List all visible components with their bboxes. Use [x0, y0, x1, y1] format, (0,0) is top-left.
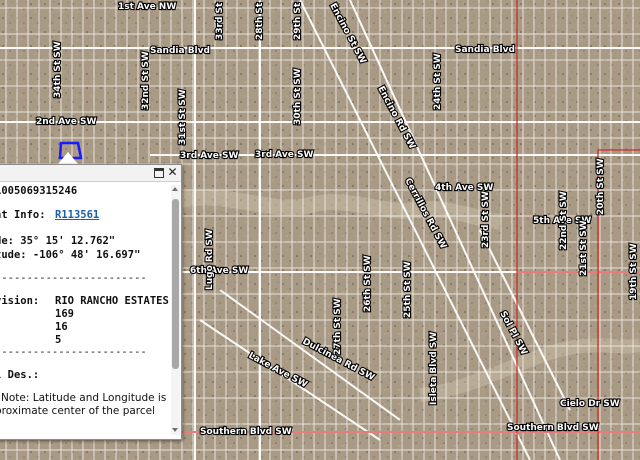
- account-link[interactable]: R113561: [55, 209, 99, 222]
- subdivision-label: vision:: [0, 295, 40, 307]
- popup-scrollbar[interactable]: [171, 185, 180, 435]
- street-label: 3rd Ave SW: [180, 151, 239, 161]
- field-label: :: [0, 321, 1, 334]
- street-label: 23rd St SW: [481, 191, 491, 248]
- close-icon[interactable]: ✕: [166, 166, 179, 179]
- subdivision-value: RIO RANCHO ESTATES: [55, 295, 169, 307]
- note-line: Note: Latitude and Longitude is: [1, 392, 167, 404]
- field-value: 169: [55, 308, 74, 320]
- street-label: 31st St SW: [178, 89, 188, 145]
- longitude-value: tude: -106° 48' 16.697": [0, 249, 141, 261]
- scroll-down-arrow-icon[interactable]: [171, 426, 180, 435]
- street-label: 6th Ave SW: [190, 266, 248, 276]
- street-label: 2nd Ave SW: [36, 117, 96, 127]
- street-label: 32nd St SW: [141, 51, 151, 110]
- street-label: 33rd St SW: [215, 0, 225, 40]
- popup-pointer: [58, 152, 78, 164]
- scroll-thumb[interactable]: [172, 199, 179, 369]
- note-line: proximate center of the parcel: [0, 405, 156, 417]
- street-label: Cielo Dr SW: [560, 399, 620, 409]
- street-label: 22nd St SW: [559, 191, 569, 250]
- popup-content: 1005069315246 nt Info: R113561 de: 35° 1…: [0, 183, 169, 431]
- street-label: 3rd Ave SW: [255, 150, 314, 160]
- street-label: 29th St SW: [293, 0, 303, 40]
- street-label: Sandia Blvd: [455, 45, 515, 55]
- street-label: Sandia Blvd: [150, 46, 210, 56]
- maximize-icon[interactable]: [152, 166, 165, 179]
- street-label: 19th St SW: [629, 243, 639, 300]
- street-label: 26th St SW: [363, 255, 373, 312]
- latitude-value: de: 35° 15' 12.762": [0, 235, 116, 247]
- field-value: 16: [55, 321, 68, 333]
- parcel-info-popup: ✕ 1005069315246 nt Info: R113561 de: 35°…: [0, 164, 182, 440]
- street-label: 30th St SW: [293, 68, 303, 125]
- parcel-id: 1005069315246: [0, 185, 78, 197]
- account-info-label: nt Info:: [0, 209, 46, 221]
- street-label: 34th St SW: [53, 41, 63, 98]
- street-label: Southern Blvd SW: [200, 427, 292, 437]
- divider: ------------------------: [0, 272, 147, 284]
- street-label: 21st St SW: [579, 220, 589, 276]
- street-label: 27th St SW: [333, 298, 343, 355]
- street-label: 28th St SW: [255, 0, 265, 40]
- popup-titlebar: ✕: [0, 165, 181, 182]
- street-label: Southern Blvd SW: [507, 423, 599, 433]
- legal-description-label: l Des.:: [0, 369, 40, 381]
- scroll-up-arrow-icon[interactable]: [171, 185, 180, 194]
- street-label: 20th St SW: [596, 158, 606, 215]
- street-label: Isleta Blvd SW: [429, 332, 439, 405]
- street-label: Lugo Rd SW: [205, 229, 215, 290]
- street-label: 25th St SW: [403, 261, 413, 318]
- street-label: 1st Ave NW: [118, 2, 176, 12]
- divider: ------------------------: [0, 346, 147, 358]
- street-label: 24th St SW: [433, 53, 443, 110]
